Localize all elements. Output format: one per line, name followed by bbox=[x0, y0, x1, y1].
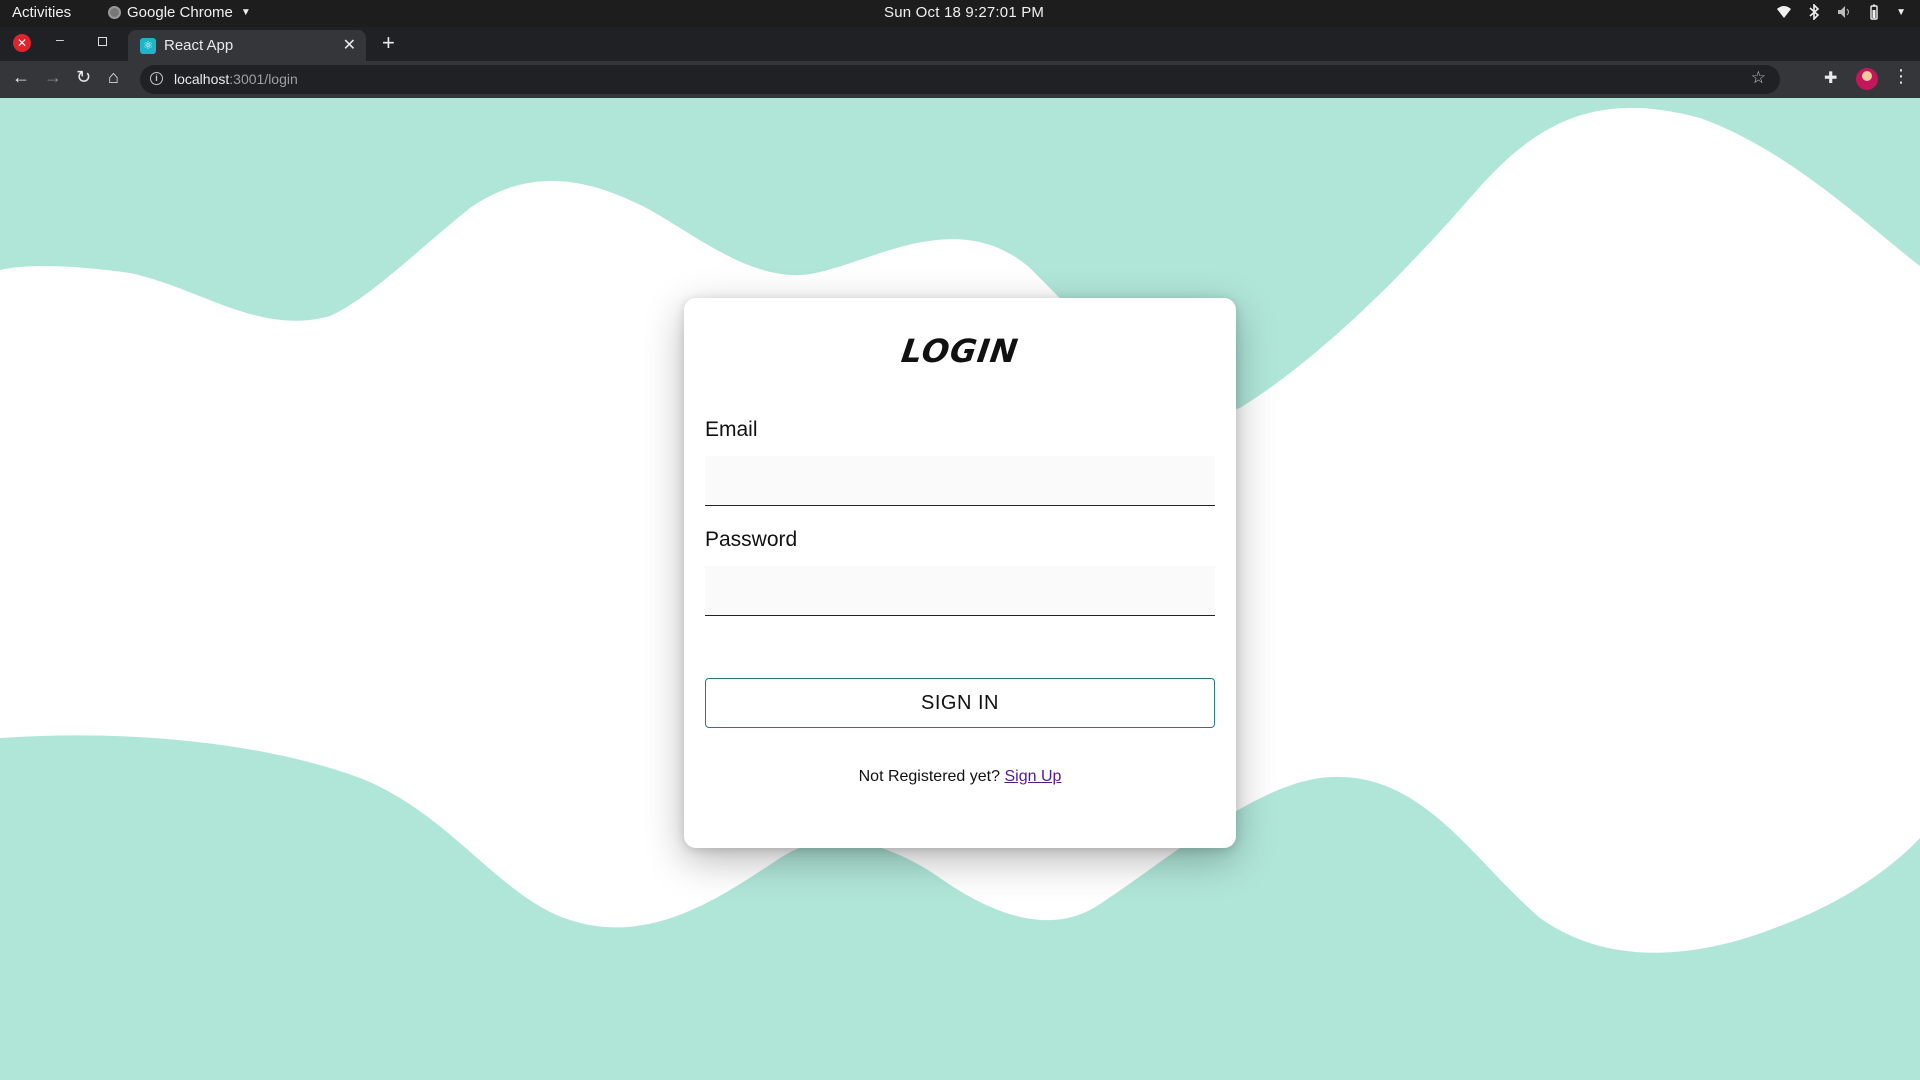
chrome-icon bbox=[108, 6, 121, 19]
app-menu-label: Google Chrome bbox=[127, 4, 233, 21]
new-tab-button[interactable]: + bbox=[382, 30, 395, 56]
email-label: Email bbox=[705, 418, 758, 441]
email-field[interactable] bbox=[705, 456, 1215, 506]
url-host: localhost bbox=[174, 71, 230, 87]
back-button[interactable]: ← bbox=[12, 67, 30, 88]
address-bar[interactable]: i localhost:3001/login ☆ bbox=[140, 65, 1780, 94]
url-path: :3001/login bbox=[229, 71, 298, 87]
bluetooth-icon bbox=[1809, 4, 1820, 20]
clock[interactable]: Sun Oct 18 9:27:01 PM bbox=[884, 4, 1044, 21]
activities-button[interactable]: Activities bbox=[12, 4, 71, 21]
sign-up-link[interactable]: Sign Up bbox=[1004, 768, 1061, 785]
browser-tab-strip: ✕ – ⚛ React App ✕ + bbox=[0, 27, 1920, 61]
home-button[interactable]: ⌂ bbox=[108, 67, 119, 88]
signup-prompt-text: Not Registered yet? bbox=[858, 768, 1001, 785]
profile-avatar[interactable] bbox=[1856, 68, 1878, 90]
wifi-icon bbox=[1777, 6, 1792, 18]
password-label: Password bbox=[705, 528, 798, 551]
caret-down-icon: ▼ bbox=[240, 7, 251, 18]
react-favicon-icon: ⚛ bbox=[140, 38, 156, 54]
signup-prompt: Not Registered yet? Sign Up bbox=[684, 768, 1236, 786]
site-info-icon[interactable]: i bbox=[150, 72, 163, 85]
tab-close-icon[interactable]: ✕ bbox=[343, 35, 356, 55]
bookmark-star-icon[interactable]: ☆ bbox=[1751, 68, 1766, 88]
app-menu[interactable]: Google Chrome ▼ bbox=[108, 4, 251, 21]
window-close-button[interactable]: ✕ bbox=[13, 34, 31, 52]
browser-tab-active[interactable]: ⚛ React App ✕ bbox=[128, 30, 366, 61]
window-minimize-button[interactable]: – bbox=[56, 31, 64, 47]
reload-button[interactable]: ↻ bbox=[76, 67, 91, 88]
tab-title: React App bbox=[164, 37, 234, 54]
extensions-puzzle-icon[interactable]: ✚ bbox=[1824, 68, 1837, 88]
login-card: LOGIN Email Password SIGN IN Not Registe… bbox=[684, 298, 1236, 848]
system-tray[interactable]: ▼ bbox=[1776, 4, 1906, 20]
volume-icon bbox=[1838, 6, 1850, 18]
system-top-bar: Activities Google Chrome ▼ Sun Oct 18 9:… bbox=[0, 0, 1920, 27]
browser-menu-icon[interactable]: ⋮ bbox=[1892, 66, 1910, 87]
password-field[interactable] bbox=[705, 566, 1215, 616]
sign-in-button[interactable]: SIGN IN bbox=[705, 678, 1215, 728]
forward-button[interactable]: → bbox=[44, 67, 62, 88]
url-text[interactable]: localhost:3001/login bbox=[174, 71, 298, 87]
battery-icon bbox=[1870, 4, 1878, 20]
login-title: LOGIN bbox=[899, 332, 1021, 370]
window-restore-button[interactable] bbox=[98, 37, 107, 46]
browser-toolbar: ← → ↻ ⌂ i localhost:3001/login ☆ ✚ ⋮ bbox=[0, 61, 1920, 98]
page-viewport: LOGIN Email Password SIGN IN Not Registe… bbox=[0, 98, 1920, 1080]
power-menu-caret-icon: ▼ bbox=[1896, 6, 1906, 18]
